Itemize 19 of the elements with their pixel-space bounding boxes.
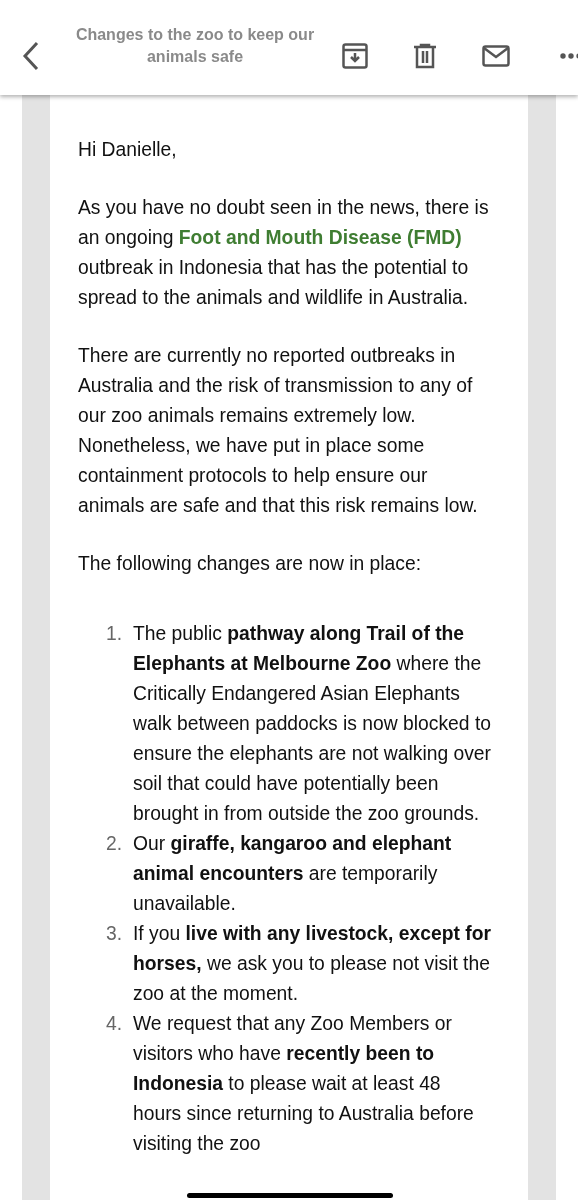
archive-icon[interactable]: [342, 43, 368, 69]
list-item-text: If you live with any livestock, except for horses, we ask you to please not visit the zoo at the moment.: [133, 922, 492, 1006]
list-number: 3.: [106, 922, 124, 946]
list-number: 4.: [106, 1012, 124, 1036]
list-item-text: Our giraffe, kangaroo and elephant animal encounters are temporarily unavailable.: [133, 832, 453, 916]
more-icon[interactable]: [560, 53, 578, 59]
greeting-text: Hi Danielle,: [78, 138, 178, 162]
paragraph: The following changes are now in place:: [78, 552, 422, 576]
list-number: 1.: [106, 622, 124, 646]
back-icon[interactable]: [22, 41, 40, 71]
list-item-text: We request that any Zoo Members or visitors who have recently been to Indonesia to please wait at least 48 hours since returning to Australia before visiting the zoo: [133, 1012, 475, 1156]
paragraph: There are currently no reported outbreaks in Australia and the risk of transmission to any of our zoo animals remains extremely low. Nonetheless, we have put in place some containment protocols to help ensure our animals are safe and that this risk remains low.: [78, 344, 479, 518]
list-number: 2.: [106, 832, 124, 856]
trash-icon[interactable]: [413, 43, 437, 69]
email-subject: Changes to the zoo to keep our animals safe: [74, 25, 316, 67]
list-item-text: The public pathway along Trail of the Elephants at Melbourne Zoo where the Critically Endangered Asian Elephants walk between paddocks is now blocked to ensure the elephants are not walking over soil that could have potentially been brought in from outside the zoo grounds.: [133, 622, 492, 826]
disease-link[interactable]: Foot and Mouth Disease (FMD): [178, 227, 462, 248]
mail-icon[interactable]: [482, 45, 510, 67]
paragraph: As you have no doubt seen in the news, there is an ongoing Foot and Mouth Disease (FMD) outbreak in Indonesia that has the potential to spread to the animals and wildlife in Australia.: [78, 196, 490, 310]
